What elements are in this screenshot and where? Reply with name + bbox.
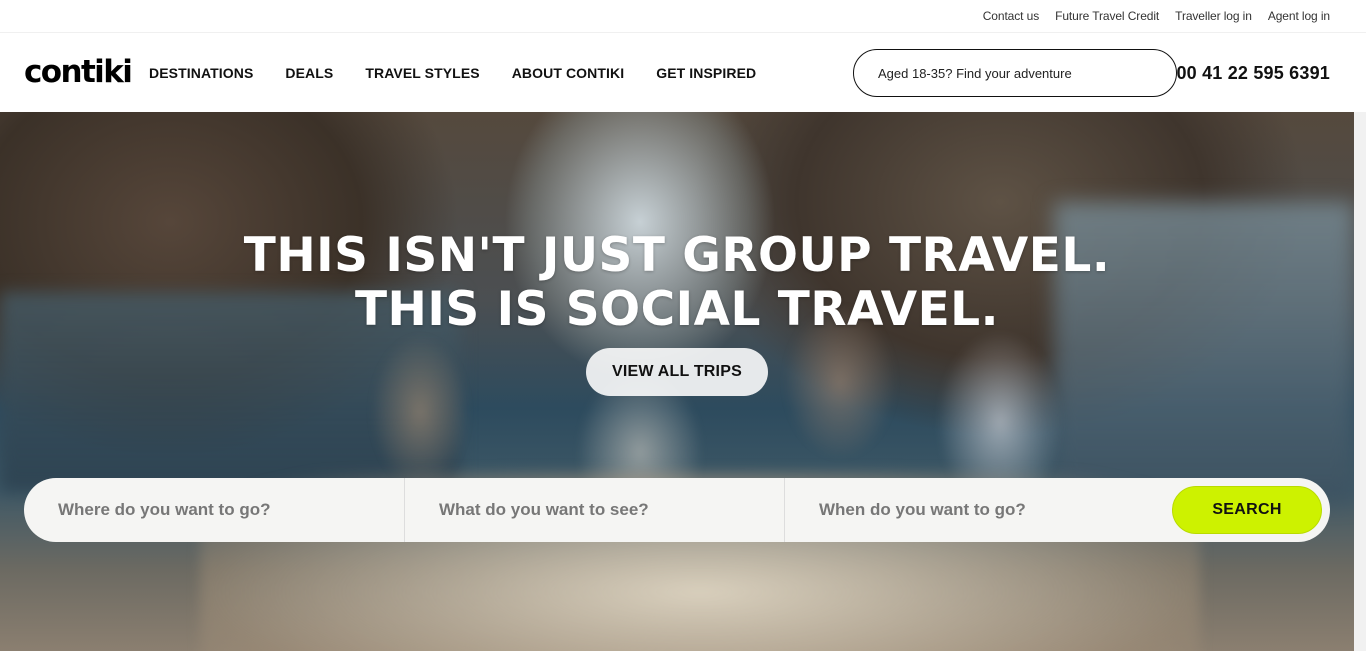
utility-bar: Contact us Future Travel Credit Travelle… bbox=[0, 0, 1366, 32]
agent-login-link[interactable]: Agent log in bbox=[1268, 9, 1330, 23]
view-all-trips-button[interactable]: VIEW ALL TRIPS bbox=[586, 348, 768, 396]
when-field[interactable]: When do you want to go? bbox=[784, 478, 1164, 542]
contiki-logo[interactable]: contiki bbox=[24, 55, 133, 89]
contact-us-link[interactable]: Contact us bbox=[983, 9, 1039, 23]
traveller-login-link[interactable]: Traveller log in bbox=[1175, 9, 1252, 23]
nav-links: DESTINATIONS DEALS TRAVEL STYLES ABOUT C… bbox=[149, 65, 756, 81]
trip-search-bar: Where do you want to go? What do you wan… bbox=[24, 478, 1330, 542]
nav-get-inspired[interactable]: GET INSPIRED bbox=[656, 65, 756, 81]
hero-banner: THIS ISN'T JUST GROUP TRAVEL. THIS IS SO… bbox=[0, 112, 1354, 651]
page-scrollbar[interactable] bbox=[1354, 112, 1366, 651]
adventure-search-input[interactable]: Aged 18-35? Find your adventure bbox=[853, 49, 1177, 97]
what-field[interactable]: What do you want to see? bbox=[404, 478, 784, 542]
nav-destinations[interactable]: DESTINATIONS bbox=[149, 65, 253, 81]
hero-title: THIS ISN'T JUST GROUP TRAVEL. THIS IS SO… bbox=[0, 229, 1354, 337]
hero-title-line-2: THIS IS SOCIAL TRAVEL. bbox=[355, 282, 999, 337]
search-button[interactable]: SEARCH bbox=[1172, 486, 1322, 534]
nav-deals[interactable]: DEALS bbox=[285, 65, 333, 81]
phone-number[interactable]: 00 41 22 595 6391 bbox=[1176, 63, 1330, 84]
hero-title-line-1: THIS ISN'T JUST GROUP TRAVEL. bbox=[243, 228, 1111, 283]
nav-about-contiki[interactable]: ABOUT CONTIKI bbox=[512, 65, 625, 81]
main-nav: contiki DESTINATIONS DEALS TRAVEL STYLES… bbox=[0, 32, 1366, 112]
where-field[interactable]: Where do you want to go? bbox=[24, 478, 404, 542]
future-travel-credit-link[interactable]: Future Travel Credit bbox=[1055, 9, 1159, 23]
nav-travel-styles[interactable]: TRAVEL STYLES bbox=[365, 65, 479, 81]
